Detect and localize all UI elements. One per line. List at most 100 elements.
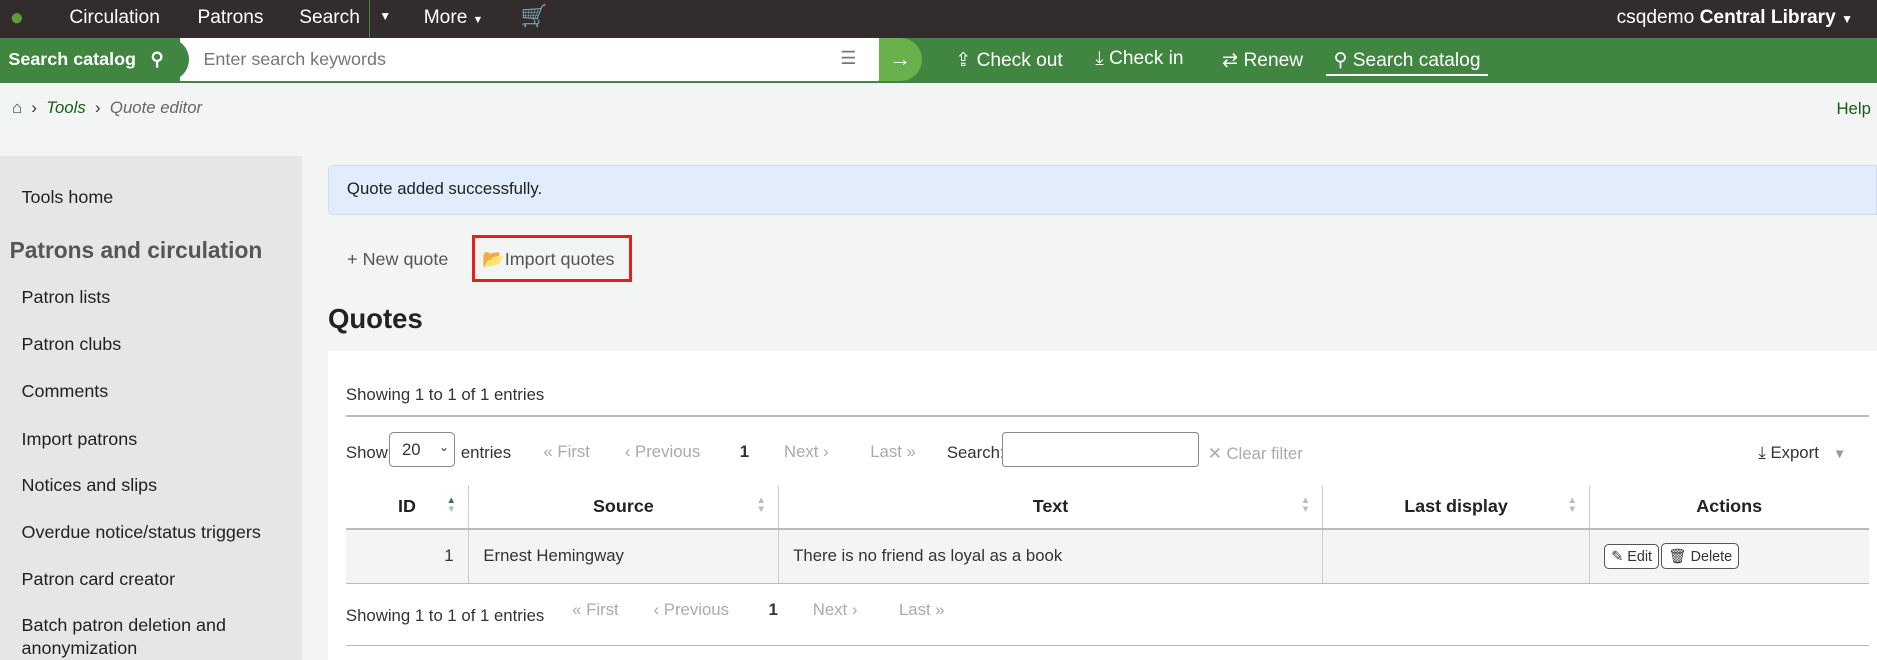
renew-label: Renew — [1243, 49, 1304, 71]
previous-page-button-bottom[interactable]: ‹ Previous — [654, 600, 729, 620]
success-alert: Quote added successfully. — [327, 165, 1877, 216]
quotes-table-panel: Showing 1 to 1 of 1 entries Show 20 ⌄ ent… — [327, 350, 1877, 660]
breadcrumb: ⌂ › Tools › Quote editor — [11, 98, 203, 118]
search-input-wrap: ☰ — [179, 38, 898, 82]
first-page-button-bottom[interactable]: « First — [572, 600, 619, 620]
sort-icon: ▲ ▼ — [756, 494, 766, 516]
col-last-display[interactable]: Last display ▲ ▼ — [1322, 484, 1590, 530]
cell-id: 1 — [345, 528, 469, 584]
check-out-link[interactable]: ⇪ Check out — [955, 48, 1063, 72]
sidebar-item[interactable]: Import patrons — [22, 429, 138, 450]
col-source[interactable]: Source ▲ ▼ — [468, 484, 779, 530]
cell-source[interactable]: Ernest Hemingway — [468, 528, 779, 584]
koha-logo-icon[interactable]: ● — [10, 4, 24, 32]
cell-last-display — [1322, 528, 1590, 584]
last-label: Last — [870, 441, 902, 461]
sidebar-item[interactable]: Batch patron deletion and — [22, 615, 226, 636]
search-label: Search: — [946, 442, 1005, 462]
user-menu[interactable]: csqdemo Central Library ▼ — [1617, 7, 1853, 29]
page-title: Quotes — [327, 302, 423, 334]
next-label: Next — [784, 441, 819, 461]
sidebar-tools-home[interactable]: Tools home — [22, 187, 114, 208]
delete-button[interactable]: 🗑 Delete — [1661, 543, 1740, 570]
col-id[interactable]: ID ▲ ▼ — [345, 484, 469, 530]
previous-page-button[interactable]: ‹ Previous — [625, 442, 700, 462]
nav-circulation[interactable]: Circulation — [69, 7, 159, 29]
sidebar-item[interactable]: anonymization — [22, 638, 138, 659]
username: csqdemo — [1616, 7, 1695, 29]
search-input[interactable] — [201, 47, 829, 72]
last-page-button[interactable]: Last » — [870, 442, 916, 462]
next-label: Next — [812, 599, 848, 619]
check-in-link[interactable]: ⤓ Check in — [1095, 48, 1183, 70]
nav-more-label: More — [423, 7, 468, 29]
nav-more[interactable]: More ▼ — [424, 7, 484, 29]
search-submit-button[interactable]: → — [878, 38, 922, 82]
cart-icon[interactable]: 🛒 — [521, 4, 548, 29]
last-page-button-bottom[interactable]: Last » — [899, 600, 945, 620]
help-link[interactable]: Help — [1836, 99, 1870, 119]
divider — [345, 415, 1869, 417]
search-catalog-dropdown[interactable]: Search catalog ⚲ — [0, 38, 190, 82]
new-quote-label: New quote — [362, 248, 449, 269]
page-1-button[interactable]: 1 — [740, 442, 749, 462]
nav-patrons[interactable]: Patrons — [198, 7, 264, 29]
page-length-select[interactable]: 20 ⌄ — [389, 432, 455, 467]
col-id-label: ID — [397, 495, 416, 516]
col-actions: Actions — [1589, 484, 1869, 530]
table-search-input[interactable] — [1001, 432, 1200, 467]
search-catalog-link[interactable]: ⚲ Search catalog — [1326, 48, 1488, 77]
show-label: Show — [345, 442, 388, 462]
sort-asc-icon: ▲ ▼ — [446, 494, 457, 516]
search-icon: ⚲ — [150, 49, 164, 70]
sidebar-item[interactable]: Overdue notice/status triggers — [22, 522, 261, 543]
sidebar-item[interactable]: Notices and slips — [22, 475, 158, 496]
next-page-button-bottom[interactable]: Next › — [813, 600, 858, 620]
search-catalog-link-label: Search catalog — [1352, 49, 1481, 71]
sidebar-item[interactable]: Comments — [22, 381, 109, 402]
new-quote-button[interactable]: + New quote — [347, 249, 448, 270]
cell-actions: ✎ Edit 🗑 Delete — [1589, 528, 1869, 584]
col-last-display-label: Last display — [1404, 495, 1508, 516]
table-info-top: Showing 1 to 1 of 1 entries — [345, 385, 545, 405]
last-label: Last — [898, 599, 931, 619]
first-label: First — [586, 599, 619, 619]
col-text[interactable]: Text ▲ ▼ — [778, 484, 1324, 530]
page-length-value: 20 — [401, 440, 421, 460]
cell-text[interactable]: There is no friend as loyal as a book — [778, 528, 1324, 584]
breadcrumb-tools[interactable]: Tools — [46, 98, 85, 117]
sidebar-item[interactable]: Patron clubs — [22, 334, 122, 355]
export-button[interactable]: ⤓ Export ▼ — [1758, 443, 1846, 463]
quotes-table: ID ▲ ▼ Source ▲ ▼ Text ▲ ▼ Last display ▲ ▼ Acti… — [345, 484, 1869, 584]
sidebar-item[interactable]: Patron lists — [22, 287, 111, 308]
check-out-label: Check out — [976, 49, 1063, 71]
page-1-button-bottom[interactable]: 1 — [768, 600, 777, 620]
clear-filter-label: Clear filter — [1226, 443, 1303, 463]
divider — [345, 645, 1869, 647]
table-info-bottom: Showing 1 to 1 of 1 entries — [345, 605, 545, 625]
advanced-options-icon[interactable]: ☰ — [840, 48, 856, 69]
table-row: 1 Ernest Hemingway There is no friend as… — [345, 528, 1869, 584]
edit-button[interactable]: ✎ Edit — [1604, 544, 1659, 570]
sidebar-item[interactable]: Patron card creator — [22, 569, 176, 590]
entries-label: entries — [460, 442, 512, 462]
renew-link[interactable]: ⇄ Renew — [1222, 48, 1303, 72]
highlight-box — [471, 234, 632, 283]
previous-label: Previous — [663, 599, 729, 619]
search-dropdown-toggle[interactable]: ▼ — [368, 0, 391, 39]
home-icon[interactable]: ⌂ — [12, 98, 22, 117]
next-page-button[interactable]: Next › — [784, 442, 829, 462]
breadcrumb-current: Quote editor — [109, 98, 203, 118]
catalog-search-bar: ☰ Search catalog ⚲ → ⇪ Check out ⤓ Check… — [0, 38, 1877, 83]
nav-search[interactable]: Search — [299, 7, 360, 29]
delete-label: Delete — [1690, 548, 1733, 565]
sort-icon: ▲ ▼ — [1567, 494, 1577, 516]
export-label: Export — [1770, 442, 1819, 462]
clear-filter-button[interactable]: ✕ Clear filter — [1208, 443, 1303, 464]
previous-label: Previous — [635, 441, 701, 461]
col-source-label: Source — [592, 495, 654, 516]
sidebar: Tools home Patrons and circulation Patro… — [0, 155, 302, 660]
check-in-label: Check in — [1109, 47, 1184, 69]
first-page-button[interactable]: « First — [543, 442, 590, 462]
edit-label: Edit — [1627, 548, 1653, 565]
